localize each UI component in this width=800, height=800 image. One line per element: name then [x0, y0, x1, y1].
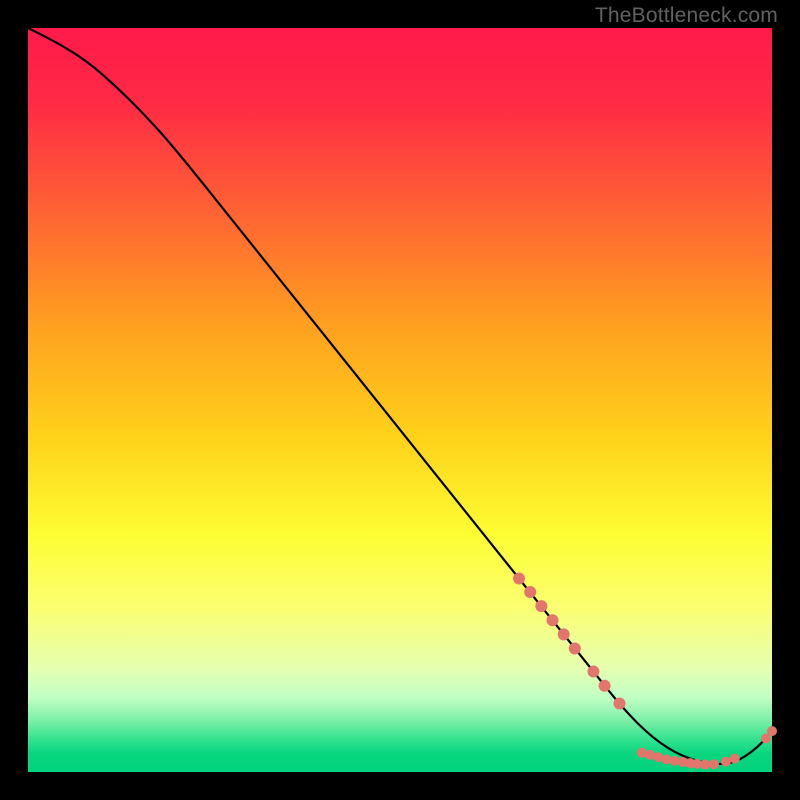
bottleneck-chart	[0, 0, 800, 800]
data-marker	[547, 614, 559, 626]
data-marker	[767, 726, 777, 736]
data-marker	[558, 628, 570, 640]
data-marker	[587, 666, 599, 678]
data-marker	[535, 600, 547, 612]
data-marker	[569, 642, 581, 654]
chart-frame: TheBottleneck.com	[0, 0, 800, 800]
data-marker	[599, 680, 611, 692]
data-marker	[709, 759, 719, 769]
data-marker	[513, 573, 525, 585]
data-marker	[721, 757, 731, 767]
data-marker	[730, 754, 740, 764]
data-marker	[700, 760, 710, 770]
plot-background	[28, 28, 772, 772]
data-marker	[524, 586, 536, 598]
data-marker	[613, 698, 625, 710]
